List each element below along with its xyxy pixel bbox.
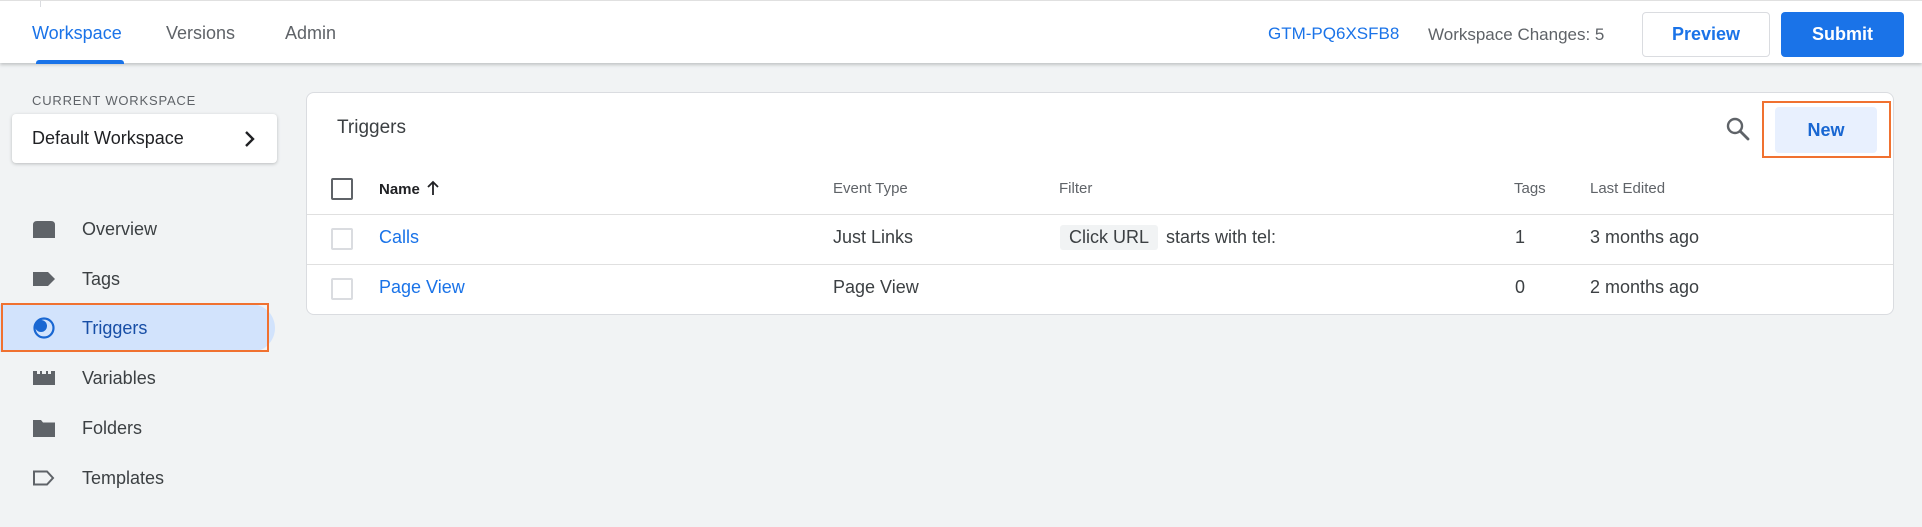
highlight-box-new	[1762, 101, 1891, 158]
variables-icon	[33, 371, 55, 385]
row-checkbox[interactable]	[331, 278, 353, 300]
tags-count-cell: 0	[1515, 277, 1526, 297]
arrow-up-icon	[427, 180, 439, 195]
sidebar-item-tags[interactable]: Tags	[0, 255, 275, 303]
preview-button[interactable]: Preview	[1642, 12, 1770, 57]
column-header-label: Name	[379, 181, 420, 198]
submit-button[interactable]: Submit	[1781, 12, 1904, 57]
workspace-changes-count: Workspace Changes: 5	[1428, 25, 1605, 44]
top-app-bar: Workspace Versions Admin GTM-PQ6XSFB8 Wo…	[0, 0, 1922, 64]
divider	[307, 214, 1893, 215]
sidebar-item-label: Templates	[82, 468, 165, 488]
column-header-filter[interactable]: Filter	[1059, 180, 1092, 197]
event-type-cell: Just Links	[833, 227, 914, 247]
event-type-cell: Page View	[833, 277, 919, 297]
sidebar-item-templates[interactable]: Templates	[0, 454, 275, 502]
workspace-selector[interactable]: Default Workspace	[12, 114, 277, 163]
sidebar-item-label: Overview	[82, 219, 158, 239]
tab-versions[interactable]: Versions	[166, 23, 235, 44]
template-icon	[33, 470, 55, 486]
sidebar-item-folders[interactable]: Folders	[0, 404, 275, 452]
chevron-right-icon	[245, 130, 255, 147]
divider	[307, 264, 1893, 265]
search-icon[interactable]	[1725, 116, 1751, 142]
tab-admin[interactable]: Admin	[285, 23, 336, 44]
sidebar-item-label: Variables	[82, 368, 156, 388]
current-workspace-label: CURRENT WORKSPACE	[32, 93, 197, 108]
tags-count-cell: 1	[1515, 227, 1526, 247]
folder-icon	[33, 420, 55, 437]
tag-icon	[33, 272, 55, 286]
page-title: Triggers	[337, 117, 406, 138]
column-header-event-type[interactable]: Event Type	[833, 180, 908, 197]
highlight-box-triggers	[1, 303, 269, 352]
column-header-name[interactable]: Name	[379, 180, 440, 198]
last-edited-cell: 2 months ago	[1590, 277, 1700, 297]
trigger-name-link[interactable]: Calls	[379, 227, 419, 248]
filter-condition-cell: starts with tel:	[1166, 227, 1277, 247]
overview-icon	[33, 221, 55, 238]
select-all-checkbox[interactable]	[331, 178, 353, 200]
sidebar-item-label: Tags	[82, 269, 121, 289]
triggers-card: Triggers New Name Event Type Filter Tags…	[306, 92, 1894, 315]
column-header-tags[interactable]: Tags	[1514, 180, 1546, 197]
column-header-last-edited[interactable]: Last Edited	[1590, 180, 1665, 197]
row-checkbox[interactable]	[331, 228, 353, 250]
divider	[40, 1, 41, 7]
sidebar-item-overview[interactable]: Overview	[0, 205, 275, 253]
tab-workspace[interactable]: Workspace	[32, 23, 122, 44]
trigger-name-link[interactable]: Page View	[379, 277, 465, 298]
workspace-name: Default Workspace	[32, 128, 184, 148]
filter-variable-chip: Click URL	[1060, 225, 1159, 250]
active-tab-indicator	[36, 60, 124, 64]
container-id-link[interactable]: GTM-PQ6XSFB8	[1268, 24, 1399, 44]
sidebar-item-variables[interactable]: Variables	[0, 354, 275, 402]
last-edited-cell: 3 months ago	[1590, 227, 1700, 247]
sidebar-item-label: Folders	[82, 418, 143, 438]
